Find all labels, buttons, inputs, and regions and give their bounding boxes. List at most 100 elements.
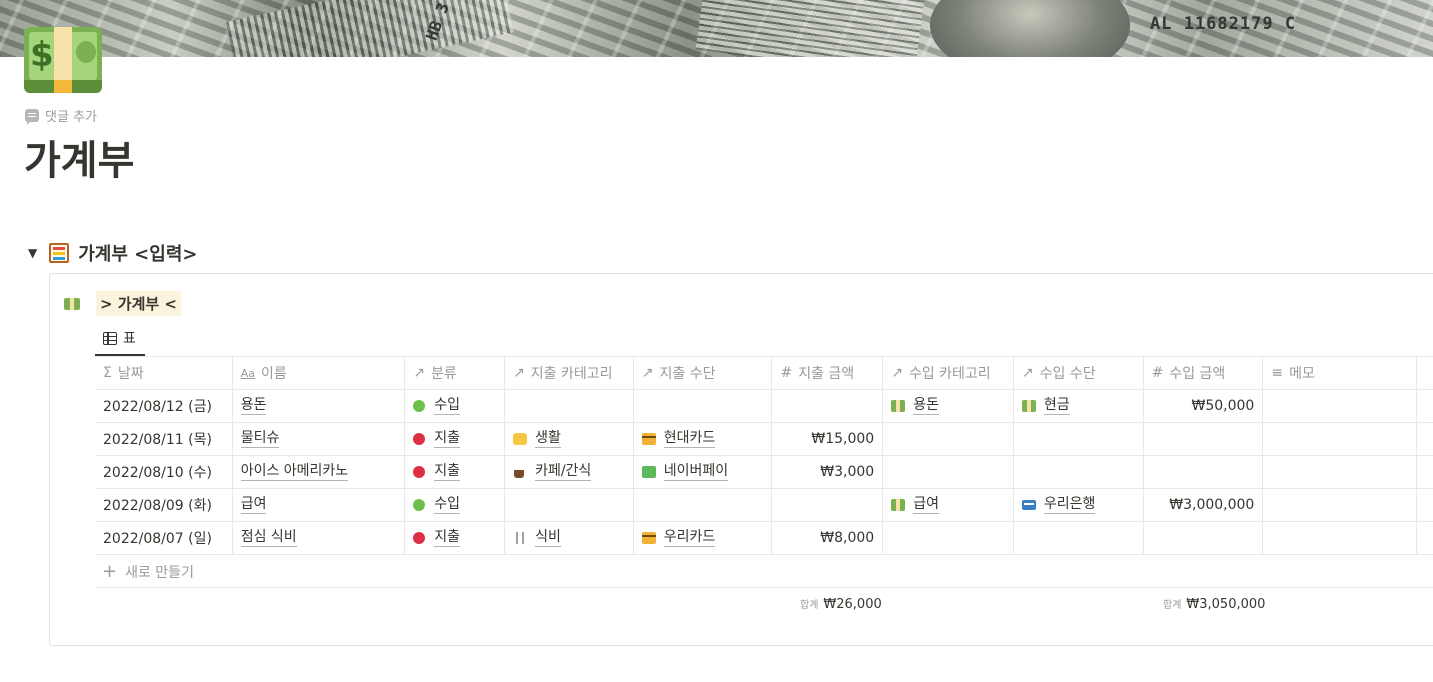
column-header[interactable]: Aa 이름 [233,357,406,389]
expense-category-value[interactable]: 식비 [535,529,561,547]
expense-sum[interactable]: 합계 ₩26,000 [800,596,882,612]
type-cell[interactable]: 지출 [405,522,506,554]
name-value[interactable]: 용돈 [240,397,267,415]
name-value[interactable]: 물티슈 [240,430,280,448]
expense-method-cell[interactable] [634,390,773,422]
type-value[interactable]: 수입 [434,397,461,415]
expense-method-cell[interactable]: 현대카드 [634,423,773,455]
name-value[interactable]: 아이스 아메리카노 [240,463,349,481]
expense-amount-cell[interactable] [772,489,884,521]
expense-amount-cell[interactable] [772,390,884,422]
income-category-value[interactable]: 급여 [913,496,939,514]
column-header[interactable]: ≡ 메모 [1263,357,1417,389]
type-value[interactable]: 지출 [434,529,461,547]
toggle-heading[interactable]: ▼ 가계부 <입력> [28,240,197,266]
expense-amount-cell[interactable]: ₩3,000 [772,456,884,488]
toggle-triangle-icon[interactable]: ▼ [28,246,37,260]
name-cell[interactable]: 점심 식비 [233,522,406,554]
type-value[interactable]: 지출 [434,463,461,481]
expense-category-value[interactable]: 카페/간식 [535,463,592,481]
income-sum-value: ₩3,050,000 [1186,597,1266,612]
memo-cell[interactable] [1263,390,1417,422]
expense-method-cell[interactable] [634,489,773,521]
expense-amount-cell[interactable]: ₩15,000 [772,423,884,455]
table-row[interactable]: 2022/08/09 (화) 급여 수입 급여 우리은행 ₩3,000,000 [95,489,1433,522]
income-method-cell[interactable] [1014,456,1144,488]
income-category-cell[interactable]: 급여 [883,489,1014,521]
memo-cell[interactable] [1263,489,1417,521]
income-category-value[interactable]: 용돈 [913,397,939,415]
name-value[interactable]: 급여 [240,496,267,514]
table-row[interactable]: 2022/08/11 (목) 물티슈 지출 생활 현대카드 ₩15,000 [95,423,1433,456]
database-title[interactable]: > 가계부 < [64,291,181,316]
name-value[interactable]: 점심 식비 [240,529,297,547]
table-row[interactable]: 2022/08/07 (일) 점심 식비 지출 식비 우리카드 ₩8,000 [95,522,1433,555]
column-header[interactable]: ↗ 분류 [405,357,506,389]
column-header[interactable]: Σ 날짜 [95,357,233,389]
name-cell[interactable]: 물티슈 [233,423,406,455]
type-cell[interactable]: 지출 [405,456,506,488]
expense-category-cell[interactable] [505,489,634,521]
income-method-cell[interactable]: 현금 [1014,390,1144,422]
expense-category-cell[interactable]: 카페/간식 [505,456,634,488]
expense-method-cell[interactable]: 우리카드 [634,522,773,554]
expense-category-cell[interactable]: 생활 [505,423,634,455]
income-method-cell[interactable] [1014,522,1144,554]
income-category-cell[interactable] [883,456,1014,488]
income-method-value[interactable]: 우리은행 [1043,496,1096,514]
income-method-cell[interactable] [1014,423,1144,455]
name-cell[interactable]: 급여 [233,489,406,521]
column-header[interactable]: ↗ 수입 카테고리 [883,357,1014,389]
column-header[interactable]: # 지출 금액 [772,357,884,389]
column-header[interactable]: ↗ 수입 수단 [1014,357,1144,389]
income-amount-cell[interactable] [1144,456,1264,488]
table-row[interactable]: 2022/08/12 (금) 용돈 수입 용돈 현금 ₩50,000 [95,390,1433,423]
type-cell[interactable]: 수입 [405,489,506,521]
memo-cell[interactable] [1263,456,1417,488]
memo-cell[interactable] [1263,522,1417,554]
date-cell[interactable]: 2022/08/07 (일) [95,522,233,554]
date-cell[interactable]: 2022/08/12 (금) [95,390,233,422]
expense-method-value[interactable]: 네이버페이 [663,463,729,481]
income-amount-cell[interactable]: ₩50,000 [1144,390,1264,422]
income-amount-cell[interactable] [1144,423,1264,455]
expense-method-value[interactable]: 현대카드 [663,430,716,448]
table-row[interactable]: 2022/08/10 (수) 아이스 아메리카노 지출 카페/간식 네이버페이 ₩3,00… [95,456,1433,489]
name-cell[interactable]: 용돈 [233,390,406,422]
expense-method-cell[interactable]: 네이버페이 [634,456,773,488]
expense-method-value[interactable]: 우리카드 [663,529,716,547]
memo-cell[interactable] [1263,423,1417,455]
income-sum[interactable]: 합계 ₩3,050,000 [1163,596,1265,612]
column-header[interactable]: ↗ 지출 카테고리 [505,357,634,389]
expense-category-value[interactable]: 생활 [535,430,561,448]
add-comment-button[interactable]: 댓글 추가 [25,106,97,125]
tab-table-view[interactable]: 표 [95,322,145,356]
date-cell[interactable]: 2022/08/11 (목) [95,423,233,455]
column-header[interactable]: ↗ 지출 수단 [634,357,773,389]
income-amount-cell[interactable]: ₩3,000,000 [1144,489,1264,521]
income-amount-value: ₩50,000 [1191,398,1255,414]
income-category-cell[interactable] [883,423,1014,455]
expense-amount-value: ₩15,000 [811,431,875,447]
new-row-button[interactable]: + 새로 만들기 [95,556,1433,588]
expense-amount-cell[interactable]: ₩8,000 [772,522,884,554]
income-method-value[interactable]: 현금 [1043,397,1070,415]
column-header[interactable]: # 수입 금액 [1144,357,1264,389]
date-cell[interactable]: 2022/08/10 (수) [95,456,233,488]
type-cell[interactable]: 지출 [405,423,506,455]
date-cell[interactable]: 2022/08/09 (화) [95,489,233,521]
name-cell[interactable]: 아이스 아메리카노 [233,456,406,488]
add-column-area[interactable] [1417,357,1433,389]
income-method-cell[interactable]: 우리은행 [1014,489,1144,521]
income-category-cell[interactable] [883,522,1014,554]
type-value[interactable]: 수입 [434,496,461,514]
plus-icon: + [102,560,118,582]
page-title[interactable]: 가계부 [24,128,134,186]
income-category-cell[interactable]: 용돈 [883,390,1014,422]
type-cell[interactable]: 수입 [405,390,506,422]
type-value[interactable]: 지출 [434,430,461,448]
dollar-banknote-icon[interactable]: $ [24,27,102,93]
expense-category-cell[interactable]: 식비 [505,522,634,554]
expense-category-cell[interactable] [505,390,634,422]
income-amount-cell[interactable] [1144,522,1264,554]
